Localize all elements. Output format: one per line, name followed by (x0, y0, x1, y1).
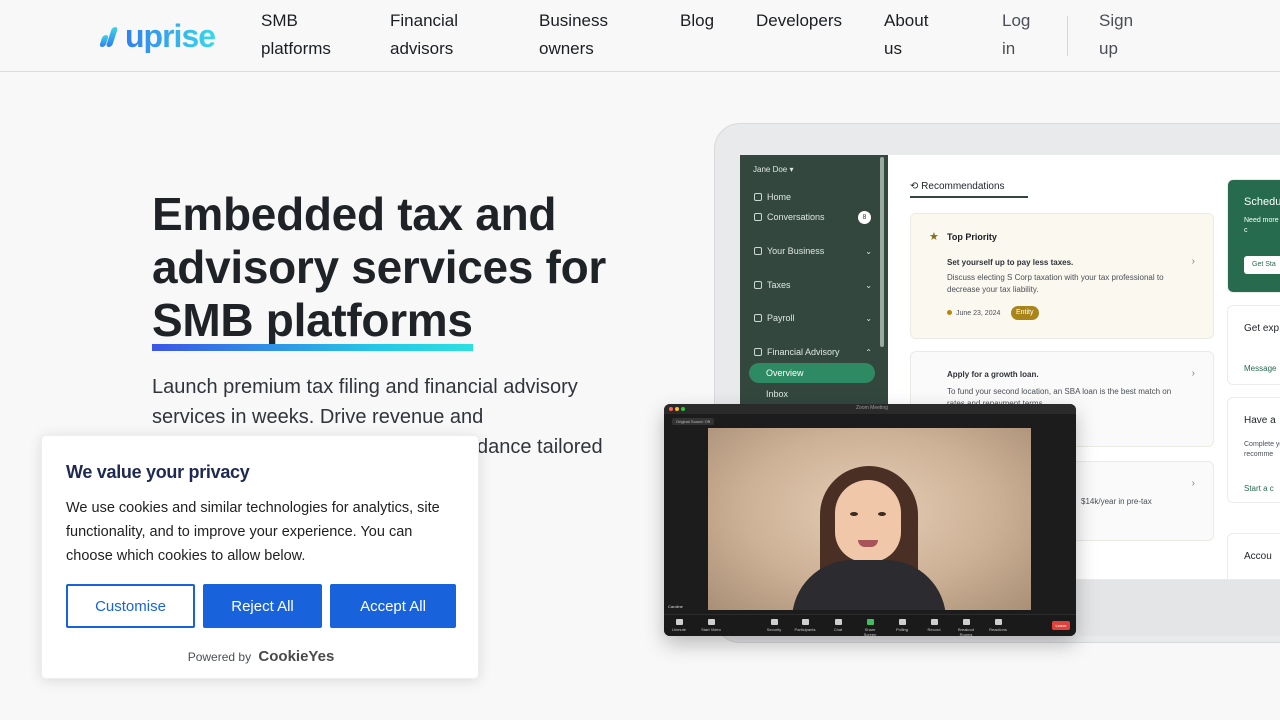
video-titlebar: Zoom Meeting (664, 404, 1076, 414)
people-icon (801, 619, 809, 625)
polling-control: Polling (891, 619, 913, 632)
video-call-window: Zoom Meeting Original Sound: Off Carolin… (664, 404, 1076, 636)
reactions-control: Reactions (987, 619, 1009, 632)
video-controls-bar: Unmute Start Video Security Participants… (664, 614, 1076, 636)
participants-control: Participants (794, 619, 816, 632)
chevron-down-icon: ⌄ (865, 280, 872, 290)
breakout-rooms-control: Breakout Rooms (955, 619, 977, 636)
record-control: Record (923, 619, 945, 632)
chevron-right-icon: › (1191, 368, 1195, 379)
conversations-badge: 8 (858, 211, 871, 224)
record-icon (930, 619, 938, 625)
share-screen-control: Share Screen (859, 619, 881, 636)
uprise-logo[interactable]: uprise (99, 18, 216, 54)
card-date: June 23, 2024 (947, 310, 1000, 317)
entity-tag: Entity (1011, 306, 1039, 320)
tab-recommendations: ⟲ Recommendations (910, 181, 1028, 198)
participant-video-feed (708, 428, 1031, 610)
chevron-down-icon: ⌄ (865, 313, 872, 323)
nav-sign-up[interactable]: Sign up (1099, 7, 1133, 63)
sidebar-item-overview: Overview (749, 363, 875, 383)
sidebar-item-your-business: Your Business ⌄ (754, 246, 872, 256)
logo-text: uprise (125, 18, 216, 54)
hero-title: Embedded tax and advisory services for S… (152, 188, 672, 351)
chart-icon (754, 348, 762, 356)
camera-icon (707, 619, 715, 625)
share-screen-icon (866, 619, 874, 625)
briefcase-icon (754, 247, 762, 255)
laptop-base (1076, 580, 1280, 636)
sidebar-item-inbox: Inbox (766, 389, 789, 399)
powered-by: Powered by CookieYes (187, 648, 335, 665)
unmute-control: Unmute (668, 619, 690, 632)
bank-icon (754, 281, 762, 289)
sidebar-scrollbar (880, 157, 884, 347)
sidebar-item-home: Home (754, 192, 872, 202)
customise-button[interactable]: Customise (66, 584, 195, 628)
reject-all-button[interactable]: Reject All (203, 584, 322, 628)
sidebar-item-conversations: Conversations (754, 212, 872, 222)
payroll-icon (754, 314, 762, 322)
chat-icon (754, 213, 762, 221)
microphone-icon (675, 619, 683, 625)
cookie-consent-banner: We value your privacy We use cookies and… (41, 435, 479, 679)
sidebar-item-taxes: Taxes ⌄ (754, 280, 872, 290)
nav-divider (1067, 16, 1068, 56)
get-started-button: Get Sta (1244, 256, 1280, 274)
expert-card: Get exp anytim Message (1227, 305, 1280, 385)
sound-tag: Original Sound: Off (672, 418, 714, 425)
chevron-down-icon: ⌄ (865, 246, 872, 256)
nav-smb-platforms[interactable]: SMB platforms (261, 7, 331, 63)
user-menu: Jane Doe ▾ (753, 165, 794, 174)
cookie-title: We value your privacy (66, 462, 250, 482)
hero-title-line2: advisory services for (152, 241, 606, 293)
chat-control: Chat (827, 619, 849, 632)
chevron-right-icon: › (1191, 256, 1195, 267)
nav-business-owners[interactable]: Business owners (539, 7, 608, 63)
have-card: Have a Complete your finan recomme Start… (1227, 397, 1280, 503)
hero-title-line1: Embedded tax and (152, 188, 557, 240)
shield-icon (770, 619, 778, 625)
chevron-up-icon: ⌃ (865, 347, 872, 357)
schedule-card: Schedu Need more with your c Get Sta (1227, 179, 1280, 293)
chat-icon (834, 619, 842, 625)
star-icon: ★ (929, 231, 939, 243)
cookieyes-logo[interactable]: CookieYes (258, 648, 334, 665)
highlight-underline (152, 344, 473, 351)
security-control: Security (763, 619, 785, 632)
account-card: Accou (1227, 533, 1280, 579)
leave-button: Leave (1052, 621, 1070, 630)
sidebar-item-payroll: Payroll ⌄ (754, 313, 872, 323)
nav-about-us[interactable]: About us (884, 7, 928, 63)
recommendation-card-top-priority: ★ Top Priority Set yourself up to pay le… (910, 213, 1214, 339)
emoji-icon (994, 619, 1002, 625)
nav-developers[interactable]: Developers (756, 7, 842, 35)
nav-financial-advisors[interactable]: Financial advisors (390, 7, 458, 63)
accept-all-button[interactable]: Accept All (330, 584, 456, 628)
chevron-right-icon: › (1191, 478, 1195, 489)
poll-icon (898, 619, 906, 625)
sidebar-item-financial-advisory: Financial Advisory ⌃ (754, 347, 872, 357)
start-video-control: Start Video (700, 619, 722, 632)
grid-icon (962, 619, 970, 625)
participant-name: Caroline (668, 604, 683, 609)
uprise-logo-icon (99, 25, 122, 47)
top-navigation: uprise SMB platforms Financial advisors … (0, 0, 1280, 72)
nav-log-in[interactable]: Log in (1002, 7, 1030, 63)
hero-title-highlight: SMB platforms (152, 294, 473, 351)
nav-blog[interactable]: Blog (680, 7, 714, 35)
cookie-description: We use cookies and similar technologies … (66, 500, 440, 564)
home-icon (754, 193, 762, 201)
